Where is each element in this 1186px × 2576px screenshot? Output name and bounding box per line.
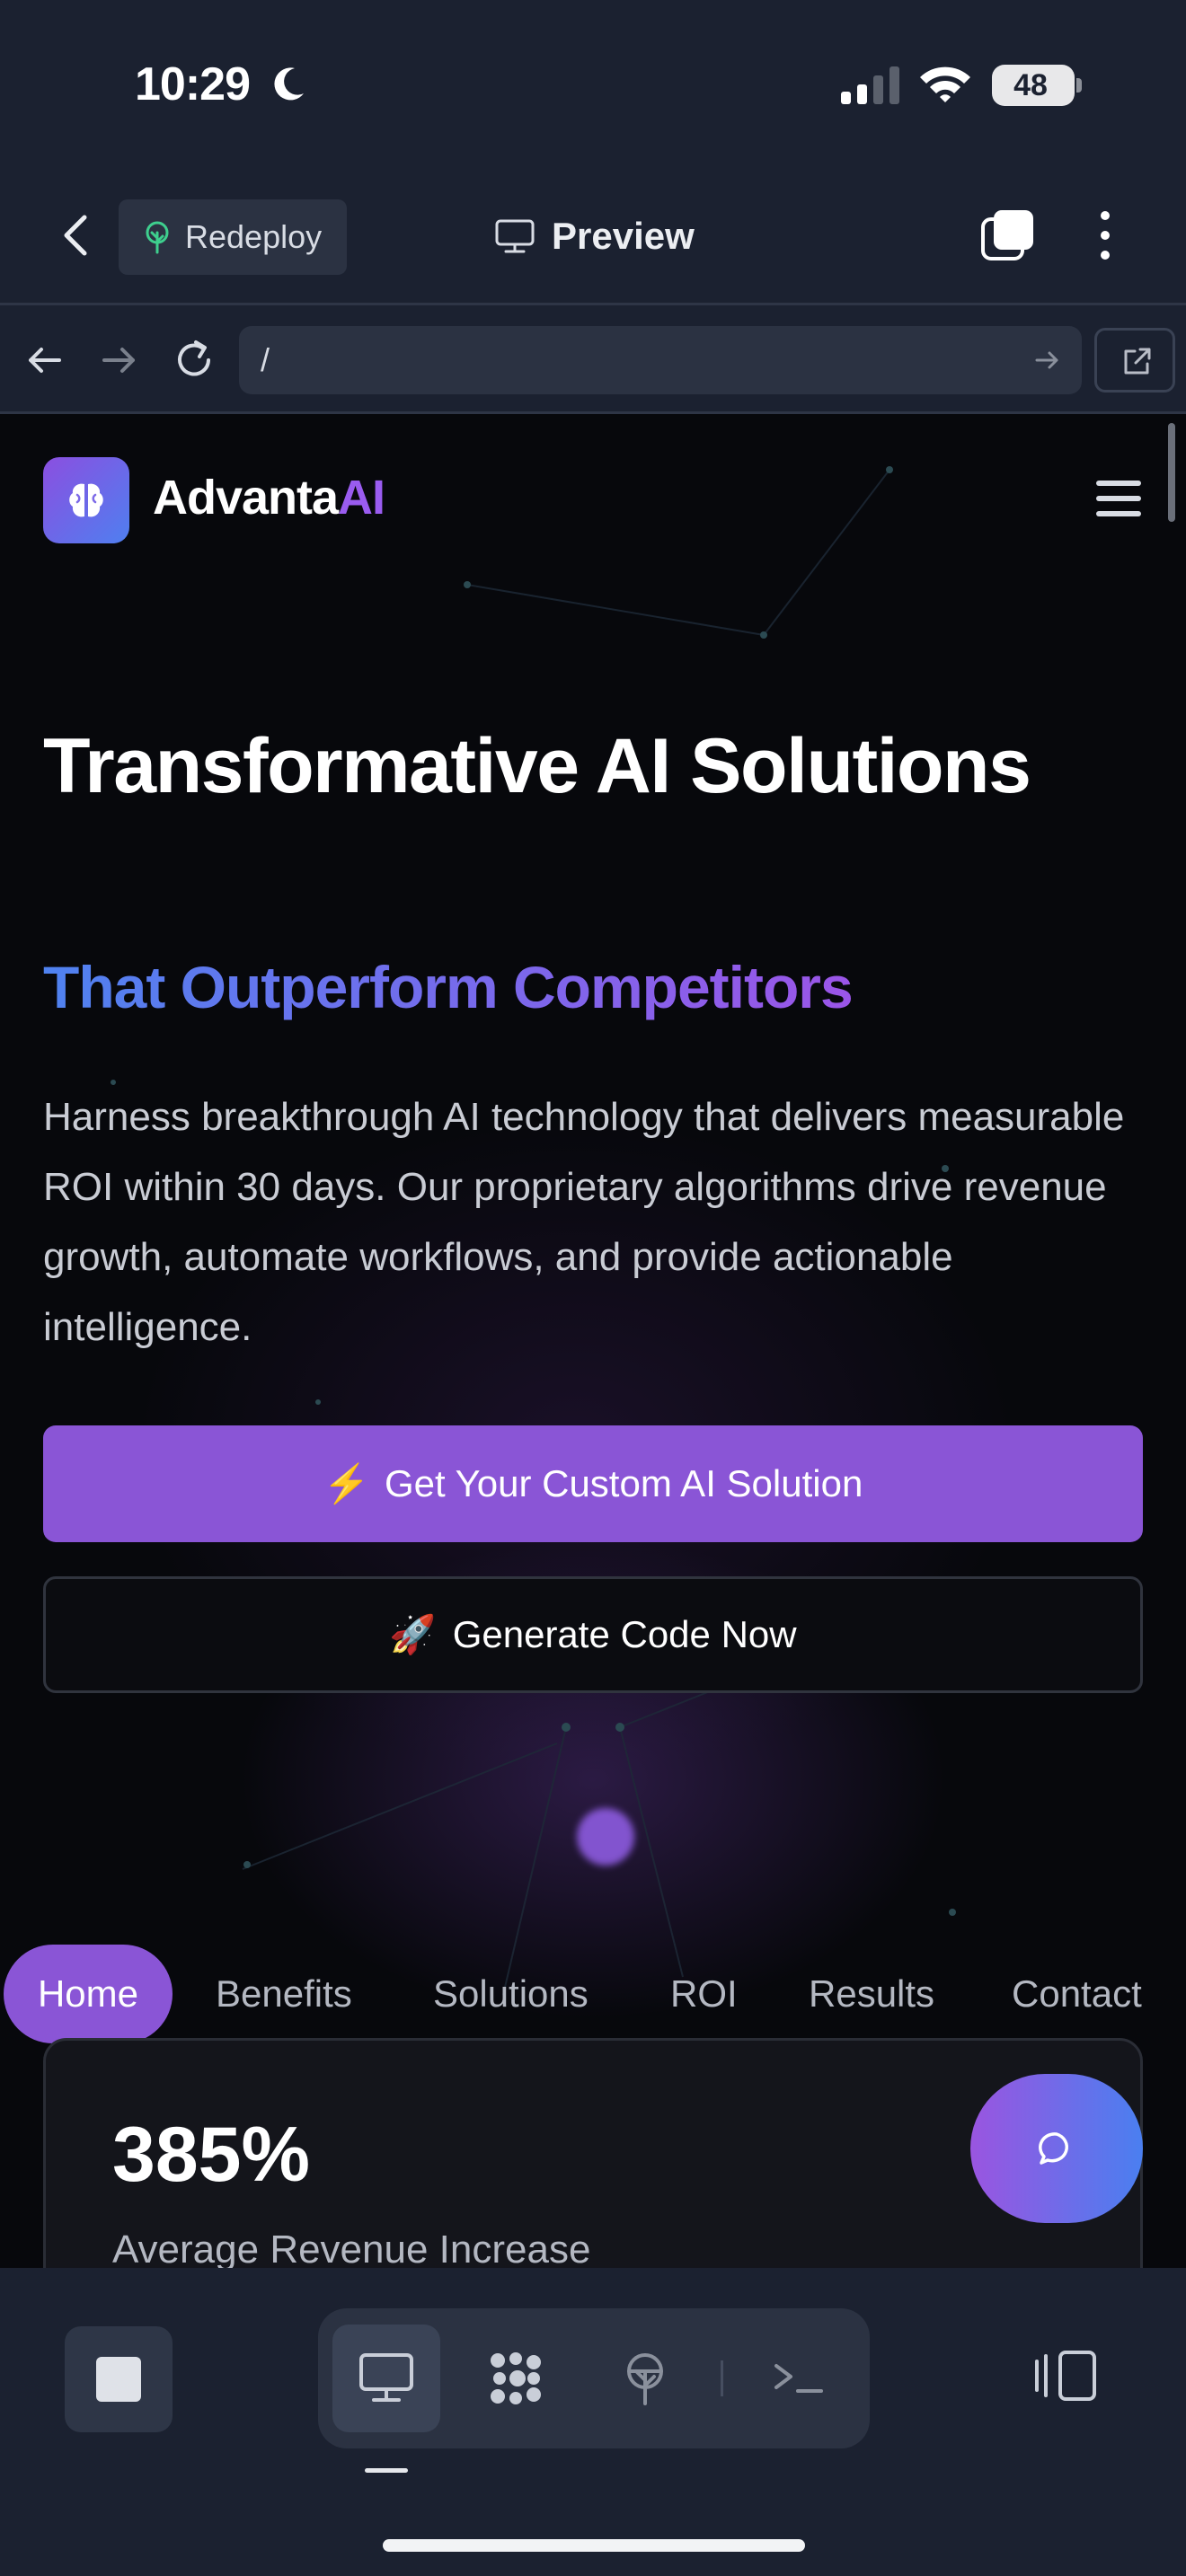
scrollbar[interactable] <box>1168 423 1175 522</box>
terminal-icon <box>774 2364 823 2393</box>
home-indicator[interactable] <box>383 2539 805 2552</box>
status-time: 10:29 <box>135 58 251 110</box>
web-preview[interactable]: AdvantaAI Transformative AI Solutions Th… <box>0 414 1186 2268</box>
cellular-signal-icon <box>841 66 899 104</box>
tab-benefits[interactable]: Benefits <box>216 1945 352 2043</box>
go-arrow-icon[interactable] <box>1033 346 1062 375</box>
section-tabs: Home Benefits Solutions ROI Results Cont… <box>0 1945 1186 2045</box>
rocket-icon: 🚀 <box>389 1612 437 1655</box>
hero-description: Harness breakthrough AI technology that … <box>43 1095 1125 1349</box>
reload-icon[interactable] <box>169 335 219 385</box>
lightning-icon: ⚡ <box>323 1461 370 1504</box>
brand-name[interactable]: AdvantaAI <box>153 470 385 525</box>
hero-subtitle: That Outperform Competitors <box>43 954 854 1020</box>
tab-solutions[interactable]: Solutions <box>433 1945 589 2043</box>
monitor-icon <box>495 219 535 253</box>
battery-level: 48 <box>1013 68 1048 102</box>
active-view-indicator <box>365 2468 408 2473</box>
custom-ai-solution-label: Get Your Custom AI Solution <box>384 1462 863 1504</box>
glow-orb <box>577 1808 634 1866</box>
chat-bubble-icon <box>1039 2132 1068 2165</box>
status-bar: 10:29 48 <box>0 0 1186 171</box>
custom-ai-solution-button[interactable]: ⚡ Get Your Custom AI Solution <box>43 1425 1143 1542</box>
brain-icon <box>69 483 103 517</box>
chat-button[interactable] <box>970 2074 1143 2223</box>
generate-code-label: Generate Code Now <box>452 1613 797 1655</box>
grid-dots-icon <box>491 2352 541 2404</box>
external-link-icon <box>1124 348 1151 375</box>
moon-icon <box>274 67 304 101</box>
stop-icon <box>96 2357 141 2402</box>
tabs-icon[interactable] <box>979 207 1037 264</box>
brand-accent: AI <box>338 471 385 525</box>
preview-view-button[interactable] <box>332 2325 440 2432</box>
preview-title: Preview <box>494 205 695 268</box>
wifi-icon <box>920 66 970 102</box>
stat-value: 385% <box>112 2112 310 2198</box>
side-panel-icon[interactable] <box>1033 2347 1100 2404</box>
app-header: Redeploy Preview <box>0 171 1186 305</box>
stop-button[interactable] <box>65 2326 173 2432</box>
tab-results[interactable]: Results <box>809 1945 934 2043</box>
more-vertical-icon[interactable] <box>1087 207 1123 264</box>
monitor-icon <box>359 2353 413 2402</box>
terminal-view-button[interactable] <box>744 2325 852 2432</box>
site-logo[interactable] <box>43 457 129 543</box>
segment-divider <box>721 2360 723 2396</box>
forward-arrow-icon[interactable] <box>93 335 144 385</box>
open-external-button[interactable] <box>1094 328 1175 393</box>
tab-roi[interactable]: ROI <box>670 1945 738 2043</box>
deploy-view-button[interactable] <box>591 2325 699 2432</box>
tree-icon <box>146 221 169 254</box>
redeploy-button[interactable]: Redeploy <box>119 199 347 275</box>
tab-home[interactable]: Home <box>4 1945 173 2043</box>
generate-code-button[interactable]: 🚀 Generate Code Now <box>43 1576 1143 1693</box>
back-arrow-icon[interactable] <box>20 335 70 385</box>
chevron-left-icon[interactable] <box>56 210 95 260</box>
bottom-toolbar <box>0 2268 1186 2576</box>
battery-indicator: 48 <box>992 65 1082 106</box>
tree-icon <box>627 2353 663 2405</box>
stat-label: Average Revenue Increase <box>112 2228 591 2268</box>
hamburger-menu-icon[interactable] <box>1094 477 1143 520</box>
redeploy-label: Redeploy <box>185 218 323 255</box>
integrations-view-button[interactable] <box>462 2325 570 2432</box>
preview-label: Preview <box>552 215 695 257</box>
brand-main: Advanta <box>153 471 339 525</box>
url-text: / <box>261 341 270 378</box>
browser-toolbar: / <box>0 308 1186 414</box>
tab-contact[interactable]: Contact <box>1012 1945 1142 2043</box>
hero-title: Transformative AI Solutions <box>43 723 1031 809</box>
url-bar[interactable]: / <box>239 326 1082 394</box>
view-switcher <box>318 2308 870 2448</box>
